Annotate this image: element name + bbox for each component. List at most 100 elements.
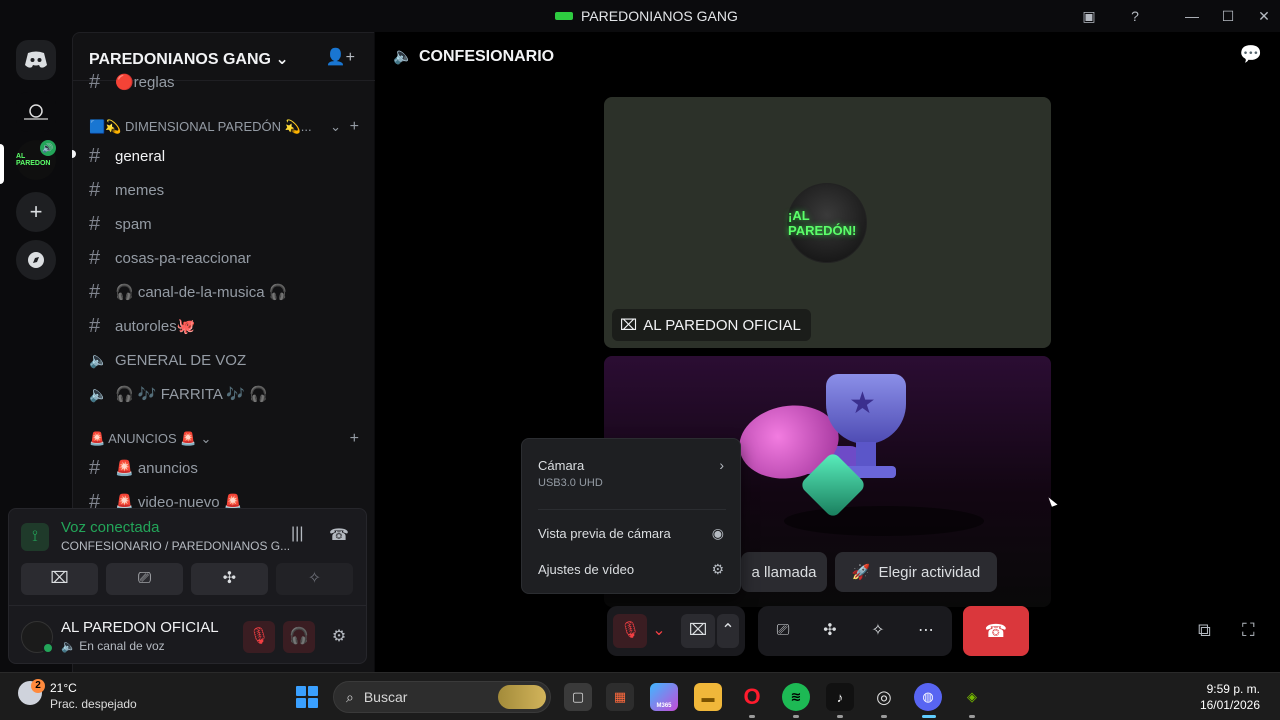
weather-desc[interactable]: Prac. despejado bbox=[50, 697, 137, 711]
screen-share-button[interactable]: ⎚ bbox=[766, 614, 800, 648]
discord-taskbar-icon[interactable]: ◍ bbox=[914, 683, 942, 711]
tiktok-icon[interactable]: ♪ bbox=[826, 683, 854, 711]
mic-off-icon: 🎙 bbox=[619, 622, 641, 639]
add-channel-icon[interactable]: + bbox=[350, 430, 359, 448]
camera-preview-item[interactable]: Vista previa de cámara ◉ bbox=[530, 515, 734, 551]
camera-toggle-button[interactable]: ⌧ bbox=[681, 614, 715, 648]
channel-musica[interactable]: # 🎧 canal-de-la-musica 🎧 bbox=[81, 276, 367, 308]
fullscreen-icon[interactable]: ⛶ bbox=[1242, 620, 1255, 641]
chat-icon[interactable]: 💬 bbox=[1240, 44, 1262, 65]
more-options-button[interactable]: ⋯ bbox=[909, 614, 943, 648]
signal-icon[interactable]: ⟟ bbox=[21, 523, 49, 551]
video-settings-label: Ajustes de vídeo bbox=[538, 561, 635, 577]
camera-label: Cámara bbox=[538, 457, 585, 473]
channel-label: 🔴reglas bbox=[115, 74, 175, 91]
task-view-icon[interactable]: ▢ bbox=[564, 683, 592, 711]
m365-icon[interactable]: M365 bbox=[650, 683, 678, 711]
windows-start-icon[interactable] bbox=[296, 686, 318, 708]
avatar[interactable] bbox=[21, 621, 54, 654]
invite-people-icon[interactable]: 👤+ bbox=[326, 47, 355, 67]
title-bar: PAREDONIANOS GANG ▣ ? — ☐ ✕ bbox=[0, 0, 1280, 32]
activities-button[interactable]: ✣ bbox=[813, 614, 847, 648]
hash-icon: # bbox=[89, 456, 101, 479]
close-button[interactable]: ✕ bbox=[1253, 6, 1275, 26]
category-anuncios[interactable]: 🚨 ANUNCIOS 🚨 ⌄ + bbox=[89, 430, 359, 448]
add-server-icon[interactable]: + bbox=[16, 192, 56, 232]
weather-temp[interactable]: 21°C bbox=[50, 681, 77, 695]
leave-call-button[interactable]: ☎ bbox=[963, 606, 1029, 656]
mic-options-button[interactable]: ⌄ bbox=[649, 614, 669, 648]
camera-off-icon: ⌧ bbox=[688, 622, 708, 639]
chevron-right-icon: › bbox=[719, 457, 724, 473]
mute-button[interactable]: 🎙 bbox=[243, 621, 275, 653]
channel-label: GENERAL DE VOZ bbox=[115, 351, 247, 369]
mic-toggle-button[interactable]: 🎙 bbox=[613, 614, 647, 648]
search-highlight-image bbox=[498, 685, 546, 709]
voice-connection-panel: ⟟ Voz conectada CONFESIONARIO / PAREDONI… bbox=[8, 508, 367, 664]
minimize-button[interactable]: — bbox=[1181, 6, 1203, 26]
voice-location[interactable]: CONFESIONARIO / PAREDONIANOS G... bbox=[61, 539, 290, 553]
server-tenrix-icon[interactable] bbox=[16, 92, 56, 132]
channel-general[interactable]: # general bbox=[81, 140, 367, 172]
spotify-icon[interactable]: ≋ bbox=[782, 683, 810, 711]
running-indicator bbox=[749, 715, 755, 718]
user-state: 🔈 En canal de voz bbox=[61, 639, 165, 653]
channel-memes[interactable]: # memes bbox=[81, 174, 367, 206]
system-clock[interactable]: 9:59 p. m. 16/01/2026 bbox=[1200, 681, 1260, 713]
video-settings-item[interactable]: Ajustes de vídeo ⚙ bbox=[530, 551, 734, 587]
category-dimensional[interactable]: 🟦💫 DIMENSIONAL PAREDÓN 💫... ⌄ + bbox=[89, 118, 359, 136]
invite-to-call-button[interactable]: a llamada bbox=[741, 552, 827, 592]
nvidia-icon[interactable]: ◈ bbox=[958, 683, 986, 711]
soundboard-button[interactable]: ✧ bbox=[861, 614, 895, 648]
call-view: 🔈 CONFESIONARIO 💬 ¡AL PAREDÓN! ⌧ AL PARE… bbox=[375, 32, 1280, 672]
avatar: ¡AL PAREDÓN! bbox=[787, 183, 867, 263]
channel-spam[interactable]: # spam bbox=[81, 208, 367, 240]
camera-button[interactable]: ⌧ bbox=[21, 563, 98, 595]
disconnect-icon[interactable]: ☎ bbox=[329, 525, 349, 545]
noise-suppression-icon[interactable]: ||| bbox=[291, 525, 303, 543]
preview-label: Vista previa de cámara bbox=[538, 525, 671, 541]
voice-active-icon: 🔊 bbox=[40, 140, 56, 156]
media-controls: 🎙 ⌄ ⌧ ⌃ bbox=[607, 606, 745, 656]
activities-button[interactable]: ✣ bbox=[191, 563, 268, 595]
soundboard-button[interactable]: ✧ bbox=[276, 563, 353, 595]
category-label: 🟦💫 DIMENSIONAL PAREDÓN 💫... bbox=[89, 119, 312, 134]
voice-status[interactable]: Voz conectada bbox=[61, 519, 159, 536]
help-icon[interactable]: ? bbox=[1124, 6, 1146, 26]
participant-tile[interactable]: ¡AL PAREDÓN! ⌧ AL PAREDON OFICIAL bbox=[604, 97, 1051, 348]
channel-reglas[interactable]: # 🔴reglas bbox=[81, 67, 367, 97]
popout-icon[interactable]: ⧉ bbox=[1198, 620, 1211, 641]
choose-activity-button[interactable]: 🚀 Elegir actividad bbox=[835, 552, 997, 592]
explore-icon[interactable] bbox=[16, 240, 56, 280]
eye-icon: ◉ bbox=[711, 524, 724, 541]
avatar-logo-text: ¡AL PAREDÓN! bbox=[788, 208, 857, 238]
channel-label: spam bbox=[115, 215, 152, 233]
settings-button[interactable]: ⚙ bbox=[323, 621, 355, 653]
speaker-icon: 🔈 bbox=[89, 352, 108, 369]
discord-home-icon[interactable] bbox=[16, 40, 56, 80]
add-channel-icon[interactable]: + bbox=[350, 118, 359, 136]
file-explorer-icon[interactable]: ▬ bbox=[694, 683, 722, 711]
online-status-icon bbox=[42, 642, 54, 654]
hash-icon: # bbox=[89, 178, 101, 201]
channel-anuncios[interactable]: # 🚨 anuncios bbox=[81, 452, 367, 484]
user-name[interactable]: AL PAREDON OFICIAL bbox=[61, 619, 219, 636]
channel-cosas-pa-reaccionar[interactable]: # cosas-pa-reaccionar bbox=[81, 242, 367, 274]
channel-label: memes bbox=[115, 181, 165, 199]
screen-share-button[interactable]: ⎚ bbox=[106, 563, 183, 595]
search-box[interactable]: ⌕ Buscar bbox=[333, 681, 551, 713]
camera-device: USB3.0 UHD bbox=[538, 477, 603, 489]
channel-general-de-voz[interactable]: 🔈 GENERAL DE VOZ bbox=[81, 344, 367, 376]
github-icon[interactable]: ◎ bbox=[870, 683, 898, 711]
activity-label: Elegir actividad bbox=[878, 563, 981, 581]
camera-options-button[interactable]: ⌃ bbox=[717, 614, 739, 648]
store-icon[interactable]: ▦ bbox=[606, 683, 634, 711]
inbox-icon[interactable]: ▣ bbox=[1078, 6, 1100, 26]
deafen-button[interactable]: 🎧 bbox=[283, 621, 315, 653]
channel-autoroles[interactable]: # autoroles🐙 bbox=[81, 310, 367, 342]
running-indicator bbox=[793, 715, 799, 718]
guild-name[interactable]: PAREDONIANOS GANG ⌄ bbox=[89, 49, 289, 69]
channel-farrita[interactable]: 🔈 🎧 🎶 FARRITA 🎶 🎧 bbox=[81, 378, 367, 410]
opera-icon[interactable]: O bbox=[738, 683, 766, 711]
maximize-button[interactable]: ☐ bbox=[1217, 6, 1239, 26]
